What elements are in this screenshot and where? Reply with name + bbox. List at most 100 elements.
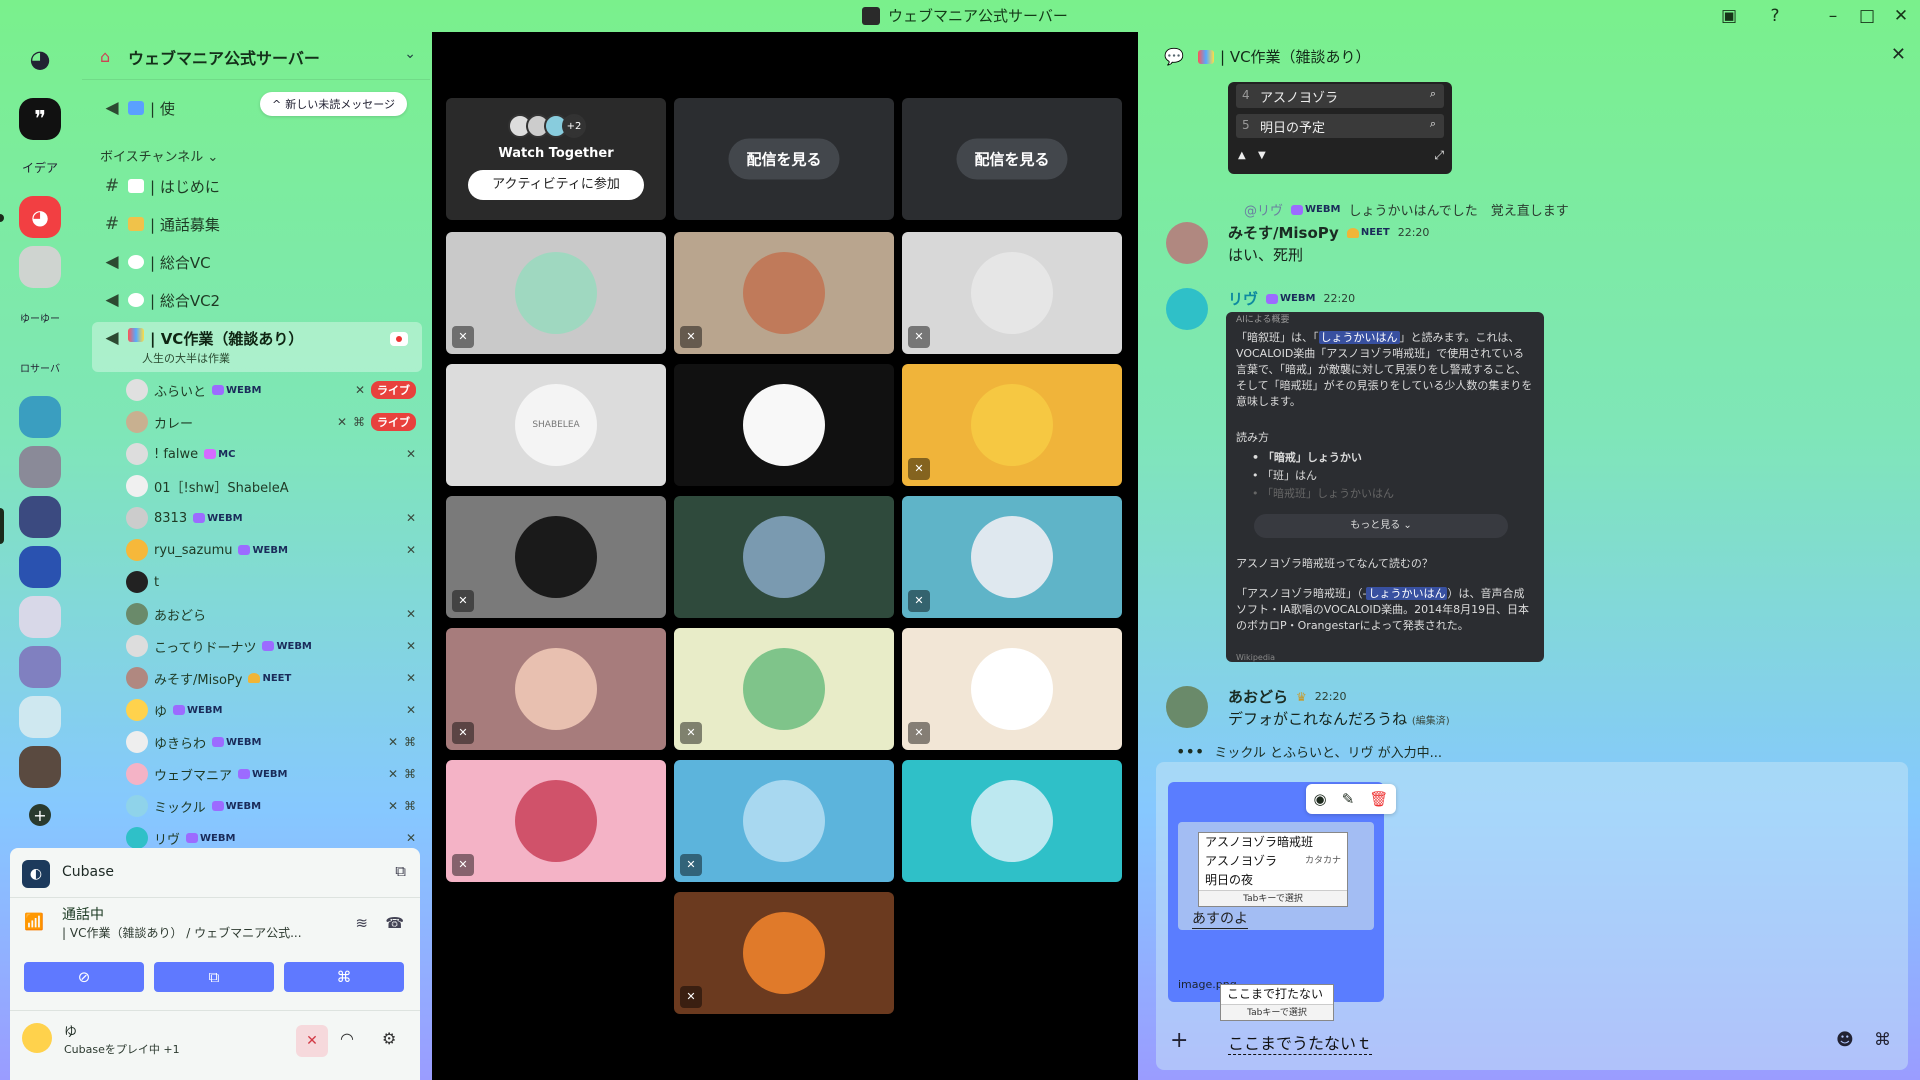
participant-tile[interactable]: ✕ [674,628,894,750]
participant-tile[interactable] [902,760,1122,882]
eye-icon[interactable]: ◉ [1314,790,1327,808]
server-avatar-7[interactable] [19,646,61,688]
headphones-icon[interactable]: ◠ [340,1029,354,1048]
voice-user[interactable]: ゆきらわ WEBM ✕ ⌘ [126,729,416,755]
voice-user[interactable]: ゆ WEBM ✕ [126,697,416,723]
stream-tile[interactable]: 配信を見る [674,98,894,220]
ai-overview-image[interactable]: AIによる概要 「暗叙班」は、「 しょうかいはん 」と読みます。これは、VOCALO… [1226,312,1544,662]
camera-off-button[interactable]: ⊘ [24,962,144,992]
suggestion-row[interactable]: 5 明日の予定 ⌕ [1236,114,1444,138]
reply-reference[interactable]: @リヴ WEBM しょうかいはんでした 覚え直します [1166,200,1906,220]
server-avatar-3[interactable] [19,446,61,488]
voice-user[interactable]: みそす/MisoPy NEET ✕ [126,665,416,691]
participant-tile[interactable]: ✕ [446,232,666,354]
participant-tile[interactable]: ✕ [902,628,1122,750]
server-avatar-5[interactable] [19,546,61,588]
participant-tile[interactable]: ✕ [902,232,1122,354]
participant-tile[interactable]: ✕ [446,760,666,882]
participant-tile[interactable]: ✕ [902,364,1122,486]
server-yuyu[interactable]: ゆーゆー [19,296,61,338]
channel-sogo-vc2[interactable]: ◀ | 総合VC2 [92,284,422,316]
voice-user[interactable]: 01［!shw］ShabeleA [126,473,416,499]
voice-user[interactable]: ryu_sazumu WEBM ✕ [126,537,416,563]
participant-tile[interactable]: SHABELEA [446,364,666,486]
voice-user[interactable]: ! falwe MC ✕ [126,441,416,467]
avatar[interactable] [1166,288,1208,330]
voice-user[interactable]: カレー ✕ ⌘ ライブ [126,409,416,435]
server-quote-icon[interactable]: ❞ [19,98,61,140]
voice-user[interactable]: ふらいと WEBM ✕ ライブ [126,377,416,403]
message-author[interactable]: あおどら [1228,686,1288,707]
channel-hajimeni[interactable]: # | はじめに [92,170,422,202]
close-window-icon[interactable]: ✕ [1890,5,1912,27]
server-avatar-6[interactable] [19,596,61,638]
server-avatar-1[interactable] [19,246,61,288]
voice-category[interactable]: ボイスチャンネル ⌄ [100,146,218,165]
channel-sogo-vc[interactable]: ◀ | 総合VC [92,246,422,278]
avatar[interactable] [1166,686,1208,728]
edit-pencil-icon[interactable]: ✎ [1342,790,1355,808]
server-header[interactable]: ⌂ ウェブマニア公式サーバー ⌄ [82,32,430,80]
show-more-button[interactable]: もっと見る ⌄ [1254,514,1508,538]
settings-gear-icon[interactable]: ⚙ [382,1029,396,1048]
avatar[interactable] [1166,222,1208,264]
participant-tile[interactable]: ✕ [446,496,666,618]
arrow-up-icon[interactable]: ▲ [1238,150,1246,161]
participant-tile[interactable] [674,496,894,618]
channel-vc-sagyo[interactable]: ◀ | VC作業（雑談あり） 人生の大半は作業 [92,322,422,372]
gamepad-icon[interactable]: ⌘ [1874,1030,1891,1050]
join-activity-button[interactable]: アクティビティに参加 [468,170,644,200]
participant-tile[interactable]: ✕ [446,628,666,750]
server-discord-red-icon[interactable]: ◕ [19,196,61,238]
new-unread-banner[interactable]: ^ 新しい未読メッセージ [260,92,407,116]
voice-user[interactable]: t [126,569,416,595]
server-rosaba[interactable]: ロサーバ [19,346,61,388]
emoji-icon[interactable]: ☻ [1836,1030,1854,1050]
ime-candidate[interactable]: 明日の夜 [1199,871,1347,890]
screen-share-button[interactable]: ⧉ [154,962,274,992]
channel-tsuwa-boshu[interactable]: # | 通話募集 [92,208,422,240]
disconnect-icon[interactable]: ☎ [385,914,404,932]
server-idea[interactable]: イデア [19,146,61,188]
add-attachment-icon[interactable]: + [1170,1028,1188,1053]
trash-icon[interactable]: 🗑 [1369,790,1388,808]
message-author[interactable]: リヴ [1228,288,1258,309]
user-avatar[interactable] [22,1023,52,1053]
participant-tile[interactable] [674,364,894,486]
activity-button[interactable]: ⌘ [284,962,404,992]
arrow-down-icon[interactable]: ▼ [1258,150,1266,161]
watch-stream-button[interactable]: 配信を見る [956,138,1068,180]
minimize-icon[interactable]: – [1822,5,1844,27]
watch-together-tile[interactable]: +2 Watch Together アクティビティに参加 [446,98,666,220]
screen-share-icon[interactable]: ⧉ [395,862,406,880]
watch-stream-button[interactable]: 配信を見る [728,138,840,180]
voice-user[interactable]: 8313 WEBM ✕ [126,505,416,531]
participant-tile[interactable]: ✕ [674,892,894,1014]
message-input[interactable]: ここまでうたないｔ [1228,1030,1373,1055]
inbox-icon[interactable]: ▣ [1718,5,1740,27]
voice-user[interactable]: あおどら ✕ [126,601,416,627]
expand-icon[interactable]: ⤢ [1434,148,1444,163]
suggestion-row[interactable]: 4 アスノヨゾラ ⌕ [1236,84,1444,108]
server-avatar-4[interactable] [19,496,61,538]
server-avatar-9[interactable] [19,746,61,788]
server-avatar-8[interactable] [19,696,61,738]
server-avatar-2[interactable] [19,396,61,438]
voice-location[interactable]: | VC作業（雑談あり） / ウェブマニア公式... [62,924,302,941]
noise-suppression-icon[interactable]: ≋ [355,914,368,932]
ime-candidate[interactable]: アスノヨゾラ カタカナ [1199,852,1347,871]
add-server-icon[interactable]: + [29,804,51,826]
close-icon[interactable]: ✕ [1891,44,1906,65]
voice-user[interactable]: ウェブマニア WEBM ✕ ⌘ [126,761,416,787]
voice-user[interactable]: こってりドーナツ WEBM ✕ [126,633,416,659]
participant-tile[interactable]: ✕ [902,496,1122,618]
ime-candidate[interactable]: アスノヨゾラ暗戒班 [1199,833,1347,852]
voice-user[interactable]: ミックル WEBM ✕ ⌘ [126,793,416,819]
participant-tile[interactable]: ✕ [674,760,894,882]
voice-status-text[interactable]: 通話中 [62,904,104,924]
message-author[interactable]: みそす/MisoPy [1228,222,1339,243]
help-icon[interactable]: ? [1764,5,1786,27]
ime-candidate[interactable]: ここまで打たない [1221,985,1333,1004]
mic-muted-button[interactable]: ✕ [296,1025,328,1057]
maximize-icon[interactable]: □ [1856,5,1878,27]
